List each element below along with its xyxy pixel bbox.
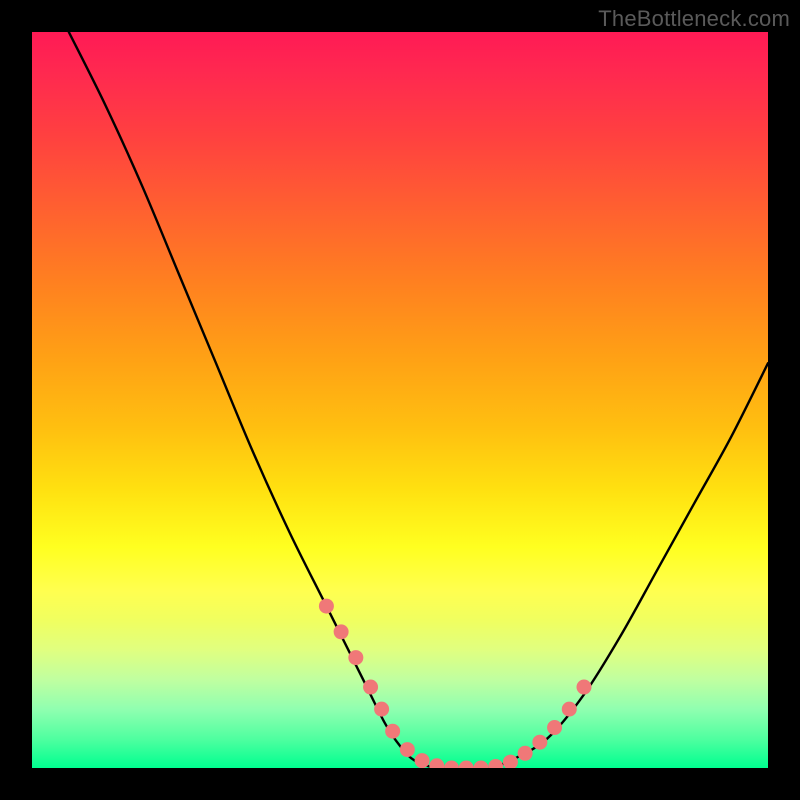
marker-point — [532, 735, 547, 750]
marker-point — [503, 755, 518, 768]
marker-point — [577, 680, 592, 695]
marker-point — [473, 761, 488, 769]
marker-point — [385, 724, 400, 739]
marker-point — [562, 702, 577, 717]
marker-point — [363, 680, 378, 695]
marker-point — [488, 759, 503, 768]
marker-point — [319, 599, 334, 614]
marker-point — [547, 720, 562, 735]
marker-point — [444, 761, 459, 769]
bottleneck-curve — [69, 32, 768, 768]
marker-point — [400, 742, 415, 757]
marker-point — [334, 624, 349, 639]
marker-point — [518, 746, 533, 761]
marker-point — [348, 650, 363, 665]
plot-area — [32, 32, 768, 768]
marker-point — [459, 761, 474, 769]
marker-point — [429, 758, 444, 768]
marker-points — [319, 599, 592, 768]
chart-svg — [32, 32, 768, 768]
watermark-text: TheBottleneck.com — [598, 6, 790, 32]
marker-point — [415, 753, 430, 768]
marker-point — [374, 702, 389, 717]
